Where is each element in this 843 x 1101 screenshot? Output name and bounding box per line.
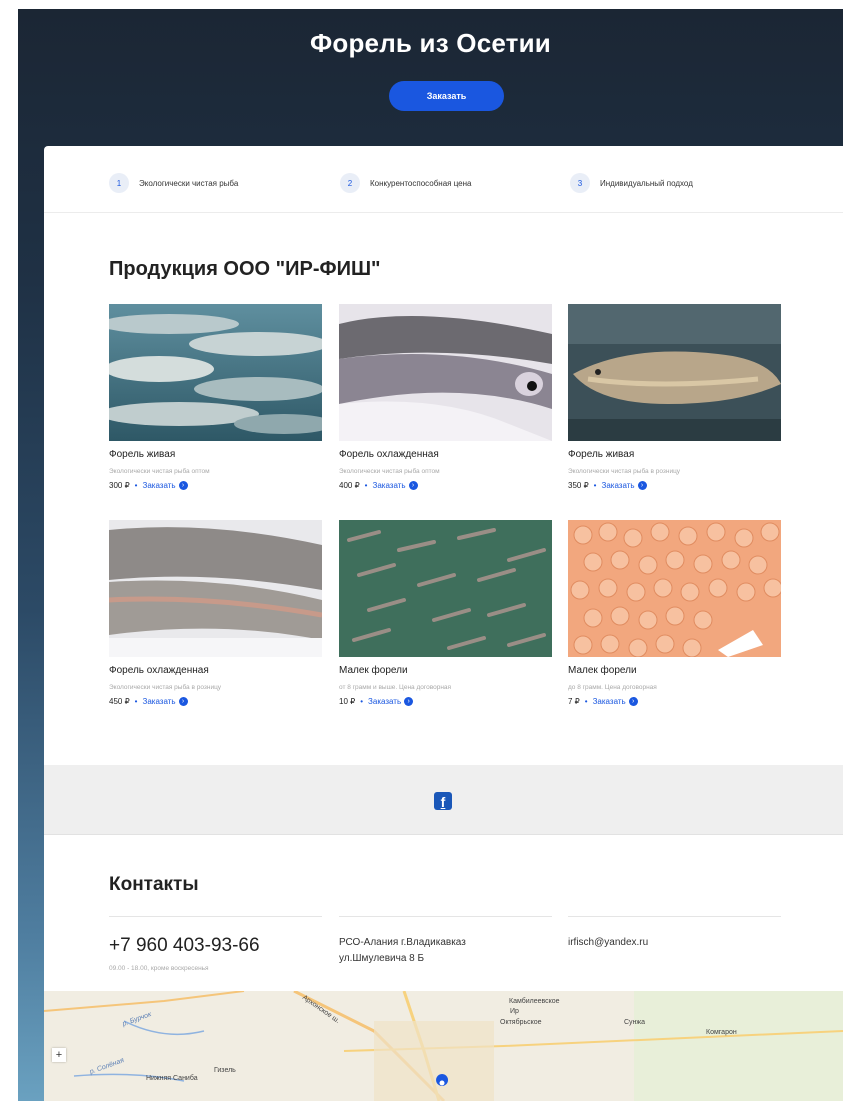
product-image-fry-large[interactable] <box>339 520 552 657</box>
feature-number: 2 <box>340 173 360 193</box>
product-price-line: 10 ₽ • Заказать › <box>339 697 552 706</box>
product-card: Малек форели от 8 грамм и выше. Цена дог… <box>339 520 552 706</box>
separator-dot: • <box>584 697 588 706</box>
arrow-right-icon[interactable]: › <box>637 481 647 490</box>
map-label: Гизель <box>214 1067 236 1074</box>
product-card: Форель охлажденная Экологически чистая р… <box>109 520 322 706</box>
product-image-live-trout[interactable] <box>109 304 322 441</box>
product-order-link[interactable]: Заказать <box>593 697 626 706</box>
contact-address-block: РСО-Алания г.Владикавказ ул.Шмулевича 8 … <box>339 916 552 967</box>
email-address[interactable]: irfisch@yandex.ru <box>568 935 781 951</box>
feature-item: 2 Конкурентоспособная цена <box>340 173 472 193</box>
contact-phone-block: +7 960 403-93-66 09.00 - 18.00, кроме во… <box>109 916 322 972</box>
separator-dot: • <box>360 697 364 706</box>
product-price: 350 ₽ <box>568 481 589 490</box>
product-card: Форель живая Экологически чистая рыба оп… <box>109 304 322 490</box>
product-name: Малек форели <box>339 665 408 676</box>
product-price-line: 7 ₽ • Заказать › <box>568 697 781 706</box>
feature-label: Экологически чистая рыба <box>139 178 239 188</box>
product-price: 10 ₽ <box>339 697 356 706</box>
separator-dot: • <box>134 481 138 490</box>
product-price-line: 300 ₽ • Заказать › <box>109 481 322 490</box>
features-bar: 1 Экологически чистая рыба 2 Конкурентос… <box>44 146 843 213</box>
product-card: Малек форели до 8 грамм. Цена договорная… <box>568 520 781 706</box>
product-description: Экологически чистая рыба в розницу <box>568 468 681 475</box>
address-line: ул.Шмулевича 8 Б <box>339 953 425 964</box>
map-label: Камбилеевское <box>509 998 560 1005</box>
hero-title: Форель из Осетии <box>310 28 551 58</box>
product-price-line: 450 ₽ • Заказать › <box>109 697 322 706</box>
arrow-right-icon[interactable]: › <box>628 697 638 706</box>
product-description: от 8 грамм и выше. Цена договорная <box>339 684 452 691</box>
products-title: Продукция ООО "ИР-ФИШ" <box>109 258 381 280</box>
contact-email-block: irfisch@yandex.ru <box>568 916 781 951</box>
product-order-link[interactable]: Заказать <box>142 697 175 706</box>
product-image-fry-small[interactable] <box>568 520 781 657</box>
feature-label: Индивидуальный подход <box>600 178 693 188</box>
product-name: Форель охлажденная <box>109 665 209 676</box>
product-price-line: 400 ₽ • Заказать › <box>339 481 552 490</box>
content-card: 1 Экологически чистая рыба 2 Конкурентос… <box>44 146 843 1101</box>
contacts-title: Контакты <box>109 874 199 895</box>
product-description: Экологически чистая рыба оптом <box>339 468 440 475</box>
product-card: Форель живая Экологически чистая рыба в … <box>568 304 781 490</box>
product-order-link[interactable]: Заказать <box>601 481 634 490</box>
product-order-link[interactable]: Заказать <box>142 481 175 490</box>
product-image-chilled-trout[interactable] <box>339 304 552 441</box>
product-price: 400 ₽ <box>339 481 360 490</box>
feature-number: 3 <box>570 173 590 193</box>
product-name: Форель охлажденная <box>339 449 439 460</box>
feature-item: 1 Экологически чистая рыба <box>109 173 238 193</box>
zoom-in-button[interactable]: + <box>52 1048 66 1062</box>
product-price: 450 ₽ <box>109 697 130 706</box>
address-line: РСО-Алания г.Владикавказ <box>339 937 466 948</box>
phone-number[interactable]: +7 960 403-93-66 <box>109 935 322 957</box>
arrow-right-icon[interactable]: › <box>408 481 418 490</box>
arrow-right-icon[interactable]: › <box>404 697 414 706</box>
product-image-chilled-trout-retail[interactable] <box>109 520 322 657</box>
product-order-link[interactable]: Заказать <box>368 697 401 706</box>
product-order-link[interactable]: Заказать <box>372 481 405 490</box>
facebook-icon[interactable]: f <box>434 792 452 810</box>
map-label: Ир <box>510 1008 519 1015</box>
map-label: Нижняя Саниба <box>146 1075 198 1082</box>
product-image-live-trout-retail[interactable] <box>568 304 781 441</box>
product-name: Форель живая <box>109 449 176 460</box>
product-price: 300 ₽ <box>109 481 130 490</box>
feature-label: Конкурентоспособная цена <box>370 178 472 188</box>
product-description: Экологически чистая рыба в розницу <box>109 684 222 691</box>
social-bar: f <box>44 765 843 835</box>
product-price: 7 ₽ <box>568 697 580 706</box>
separator-dot: • <box>134 697 138 706</box>
map-label: Октябрьское <box>500 1019 542 1026</box>
feature-number: 1 <box>109 173 129 193</box>
feature-item: 3 Индивидуальный подход <box>570 173 693 193</box>
separator-dot: • <box>364 481 368 490</box>
map-label: Комгарон <box>706 1029 737 1036</box>
working-hours: 09.00 - 18.00, кроме воскресенья <box>109 965 209 972</box>
map[interactable]: + Камбилеевское Ир Октябрьское Сунжа Ком… <box>44 991 843 1101</box>
product-name: Форель живая <box>568 449 635 460</box>
product-price-line: 350 ₽ • Заказать › <box>568 481 781 490</box>
product-card: Форель охлажденная Экологически чистая р… <box>339 304 552 490</box>
map-label: Сунжа <box>624 1019 645 1026</box>
product-description: до 8 грамм. Цена договорная <box>568 684 657 691</box>
arrow-right-icon[interactable]: › <box>178 697 188 706</box>
product-name: Малек форели <box>568 665 637 676</box>
separator-dot: • <box>593 481 597 490</box>
product-description: Экологически чистая рыба оптом <box>109 468 210 475</box>
map-roads <box>44 991 843 1101</box>
hero-order-button[interactable]: Заказать <box>389 81 504 111</box>
arrow-right-icon[interactable]: › <box>178 481 188 490</box>
